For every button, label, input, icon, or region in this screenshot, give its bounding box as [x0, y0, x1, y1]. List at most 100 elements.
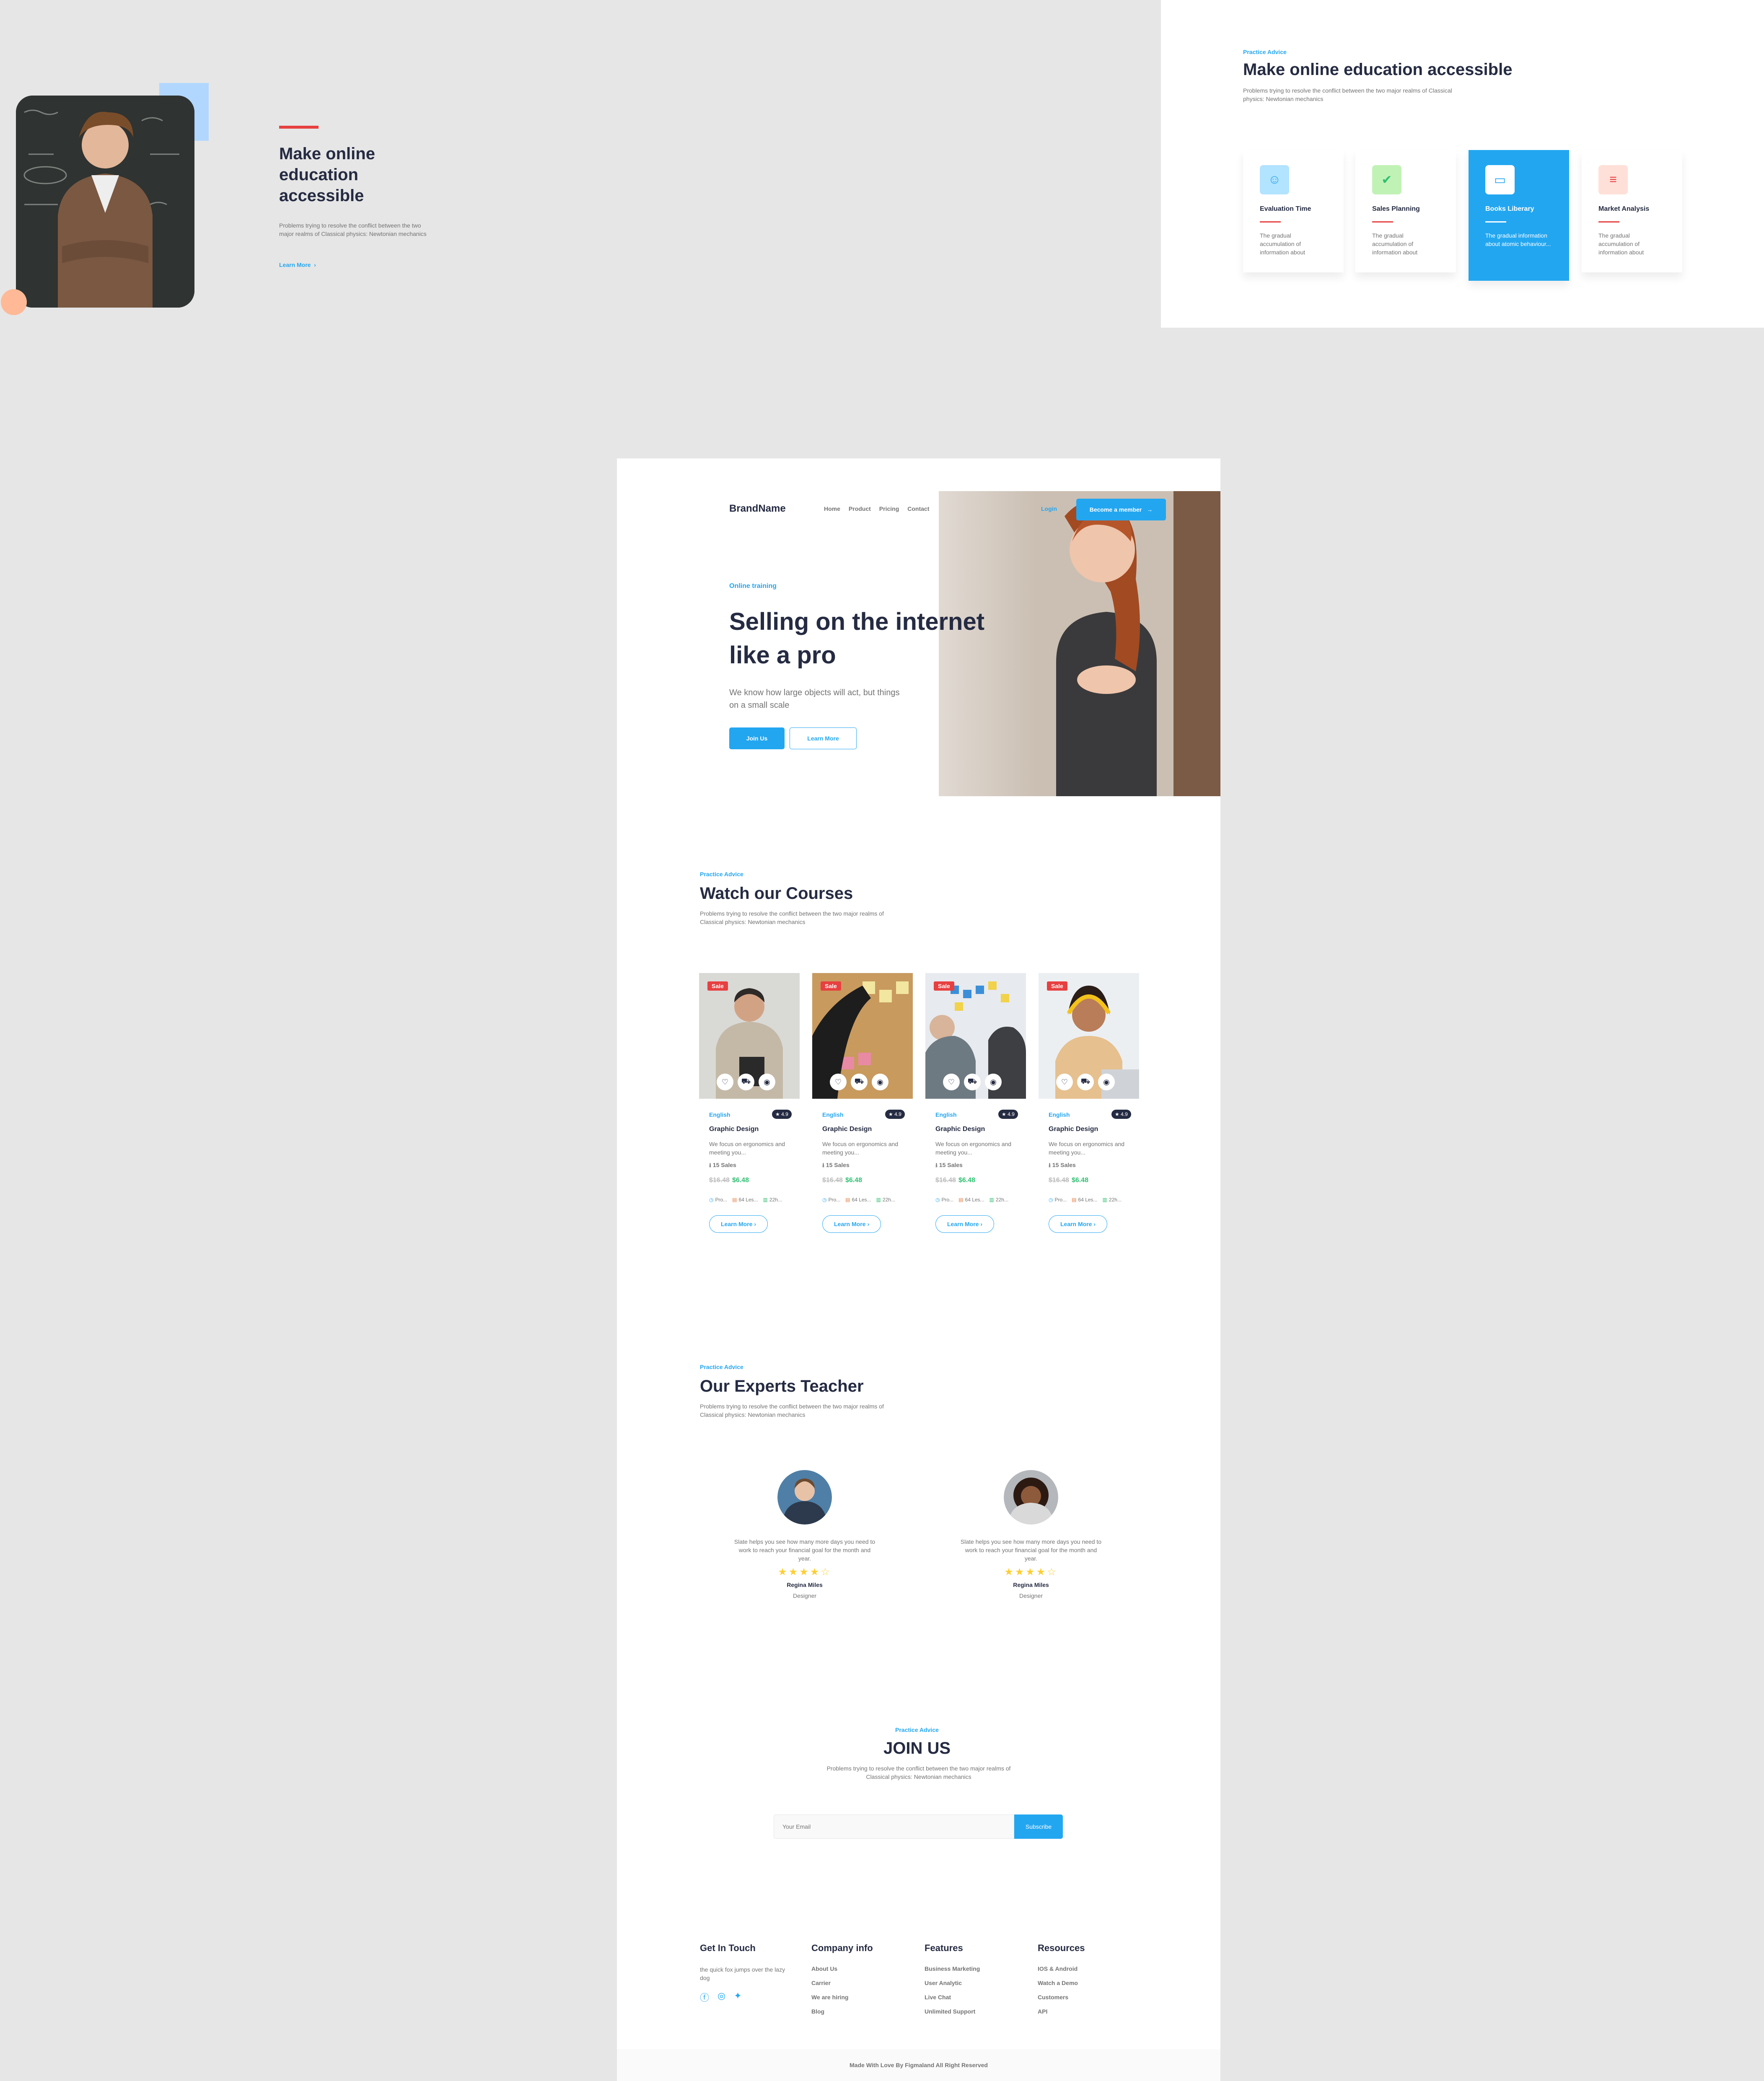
cart-icon[interactable]: ⛟ — [851, 1074, 868, 1090]
lessons-icon: ▤ — [1072, 1197, 1077, 1203]
feature-card[interactable]: ☺ Evaluation Time The gradual accumulati… — [1243, 150, 1344, 272]
nav-home[interactable]: Home — [824, 505, 840, 512]
footer-link[interactable]: Carrier — [811, 1980, 873, 1986]
login-link[interactable]: Login — [1041, 505, 1057, 512]
footer-link[interactable]: We are hiring — [811, 1994, 873, 2001]
clock-icon: ◷ — [1049, 1197, 1053, 1203]
cart-icon[interactable]: ⛟ — [738, 1074, 754, 1090]
eye-icon[interactable]: ◉ — [759, 1074, 775, 1090]
decorative-circle — [1, 289, 27, 315]
cart-icon[interactable]: ⛟ — [1077, 1074, 1094, 1090]
feature-card-description: The gradual accumulation of information … — [1598, 232, 1644, 256]
features-kicker: Practice Advice — [1243, 49, 1287, 55]
footer-link[interactable]: Blog — [811, 2008, 873, 2015]
nav-product[interactable]: Product — [849, 505, 871, 512]
eye-icon[interactable]: ◉ — [985, 1074, 1002, 1090]
course-title: Graphic Design — [709, 1126, 759, 1133]
course-card[interactable]: Sale ♡ ⛟ ◉ English ★ 4.9 Graphic Design … — [699, 973, 800, 1245]
teacher-quote: Slate helps you see how many more days y… — [960, 1538, 1102, 1562]
cart-icon[interactable]: ⛟ — [964, 1074, 981, 1090]
footer-link[interactable]: Customers — [1038, 1994, 1085, 2001]
eye-icon[interactable]: ◉ — [1098, 1074, 1115, 1090]
teacher-quote: Slate helps you see how many more days y… — [734, 1538, 876, 1562]
lessons-icon: ▤ — [958, 1197, 964, 1203]
progress-icon: ▥ — [1102, 1197, 1107, 1203]
card-icon: ▭ — [1485, 165, 1515, 194]
sales-count: 15 Sales — [712, 1162, 736, 1168]
nav-contact[interactable]: Contact — [907, 505, 929, 512]
learn-more-label: Learn More — [1060, 1221, 1092, 1227]
teachers-title: Our Experts Teacher — [700, 1377, 864, 1395]
course-sales: ⭳ 15 Sales — [709, 1161, 736, 1171]
facebook-icon[interactable]: ⓕ — [700, 1990, 709, 2004]
twitter-icon[interactable]: ✦ — [734, 1990, 741, 2004]
heart-icon[interactable]: ♡ — [717, 1074, 733, 1090]
course-card[interactable]: Sale ♡ ⛟ ◉ English ★ 4.9 Graphic Design … — [812, 973, 913, 1245]
footer-link[interactable]: IOS & Android — [1038, 1965, 1085, 1972]
feature-card[interactable]: ≡ Market Analysis The gradual accumulati… — [1582, 150, 1682, 272]
social-links: ⓕ ◎ ✦ — [700, 1990, 792, 2004]
brand-logo[interactable]: BrandName — [729, 503, 786, 515]
instagram-icon[interactable]: ◎ — [718, 1990, 725, 2004]
star-icon: ★ — [1115, 1111, 1121, 1117]
lessons-icon: ▤ — [732, 1197, 737, 1203]
progress-icon: ▥ — [989, 1197, 994, 1203]
footer-link[interactable]: Unlimited Support — [925, 2008, 980, 2015]
heart-icon[interactable]: ♡ — [1056, 1074, 1073, 1090]
hero-learn-more-button[interactable]: Learn More — [790, 727, 857, 749]
sales-count: 15 Sales — [939, 1162, 963, 1168]
course-description: We focus on ergonomics and meeting you..… — [935, 1141, 1012, 1156]
download-icon: ⭳ — [822, 1162, 826, 1168]
become-member-label: Become a member — [1089, 506, 1142, 513]
meta-text: 22h... — [882, 1197, 895, 1203]
rating-value: 4.9 — [1008, 1111, 1015, 1117]
rating-badge: ★ 4.9 — [772, 1110, 792, 1119]
footer-company: Company info About Us Carrier We are hir… — [811, 1943, 873, 2022]
course-meta: ◷ Pro... ▤ 64 Les... ▥ 22h... — [1049, 1197, 1122, 1203]
new-price: $6.48 — [958, 1177, 975, 1184]
meta-text: 64 Les... — [965, 1197, 984, 1203]
meta-text: 22h... — [995, 1197, 1008, 1203]
footer-link[interactable]: Business Marketing — [925, 1965, 980, 1972]
course-actions: ♡ ⛟ ◉ — [830, 1074, 888, 1090]
course-learn-more-button[interactable]: Learn More › — [822, 1215, 881, 1233]
courses-title: Watch our Courses — [700, 884, 853, 903]
course-card[interactable]: Sale ♡ ⛟ ◉ English ★ 4.9 Graphic Design … — [1039, 973, 1139, 1245]
check-icon: ✔ — [1372, 165, 1401, 194]
nav-pricing[interactable]: Pricing — [879, 505, 899, 512]
eye-icon[interactable]: ◉ — [872, 1074, 888, 1090]
subscribe-button[interactable]: Subscribe — [1014, 1814, 1063, 1839]
meta-item: ▤ 64 Les... — [958, 1197, 984, 1203]
meta-text: 64 Les... — [738, 1197, 758, 1203]
footer-link[interactable]: API — [1038, 2008, 1085, 2015]
email-input[interactable] — [774, 1814, 1014, 1839]
course-learn-more-button[interactable]: Learn More › — [935, 1215, 994, 1233]
footer-link[interactable]: User Analytic — [925, 1980, 980, 1986]
feature-card[interactable]: ✔ Sales Planning The gradual accumulatio… — [1355, 150, 1456, 272]
course-learn-more-button[interactable]: Learn More › — [709, 1215, 768, 1233]
course-meta: ◷ Pro... ▤ 64 Les... ▥ 22h... — [822, 1197, 895, 1203]
old-price: $16.48 — [822, 1177, 843, 1184]
learn-more-label: Learn More — [720, 1221, 753, 1227]
become-member-button[interactable]: Become a member → — [1076, 499, 1166, 520]
feature-card-divider — [1598, 221, 1619, 223]
feature-card-active[interactable]: ▭ Books Liberary The gradual information… — [1469, 150, 1569, 281]
feature-card-divider — [1372, 221, 1393, 223]
heart-icon[interactable]: ♡ — [943, 1074, 960, 1090]
sale-badge: Sale — [821, 981, 841, 991]
meta-item: ◷ Pro... — [1049, 1197, 1067, 1203]
footer-heading: Get In Touch — [700, 1943, 756, 1953]
course-learn-more-button[interactable]: Learn More › — [1049, 1215, 1107, 1233]
footer-link[interactable]: Live Chat — [925, 1994, 980, 2001]
sale-badge: Sale — [707, 981, 728, 991]
chevron-right-icon: › — [979, 1221, 983, 1227]
footer-link[interactable]: Watch a Demo — [1038, 1980, 1085, 1986]
course-card[interactable]: Sale ♡ ⛟ ◉ English ★ 4.9 Graphic Design … — [925, 973, 1026, 1245]
learn-more-link[interactable]: Learn More › — [279, 261, 316, 268]
join-us-button[interactable]: Join Us — [729, 727, 785, 749]
progress-icon: ▥ — [876, 1197, 881, 1203]
heart-icon[interactable]: ♡ — [830, 1074, 847, 1090]
course-actions: ♡ ⛟ ◉ — [717, 1074, 775, 1090]
sale-badge: Sale — [934, 981, 954, 991]
footer-link[interactable]: About Us — [811, 1965, 873, 1972]
